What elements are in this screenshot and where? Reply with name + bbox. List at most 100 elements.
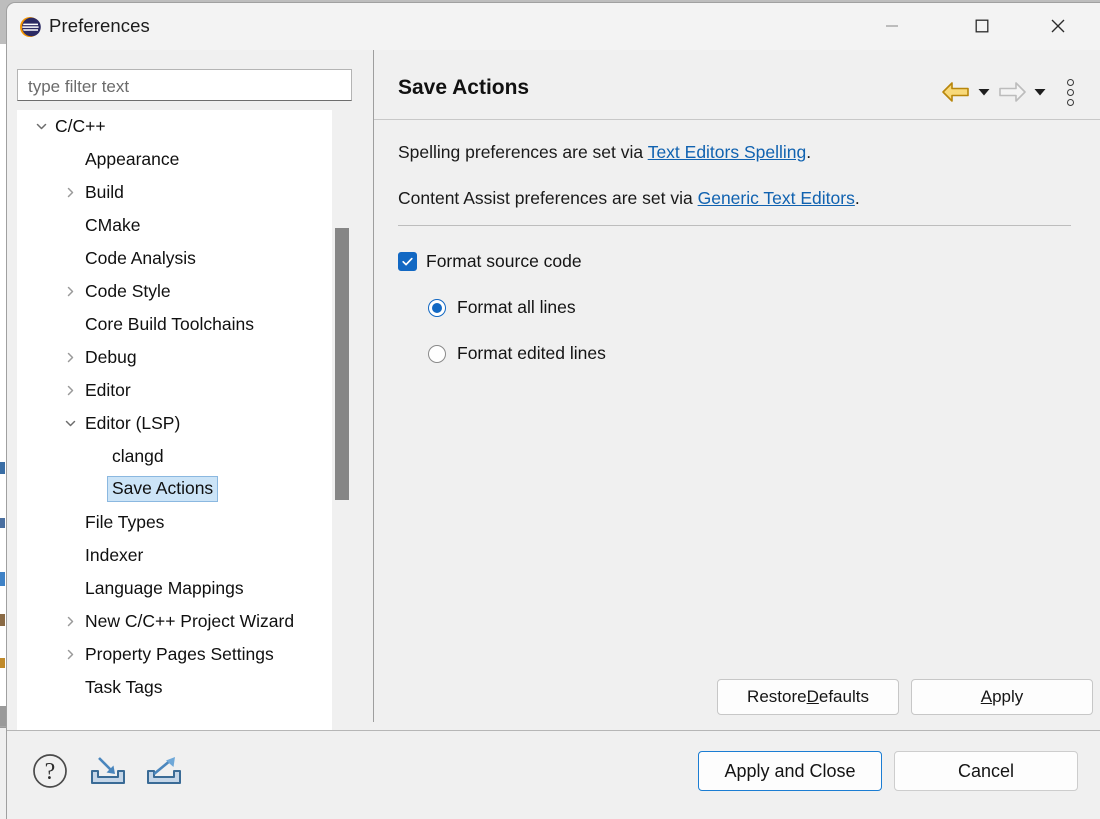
chevron-right-icon[interactable] bbox=[63, 648, 77, 662]
sidebar-item-property-pages-settings[interactable]: Property Pages Settings bbox=[17, 638, 337, 671]
button-mnemonic: A bbox=[980, 687, 993, 706]
backdrop-fleck bbox=[0, 572, 5, 586]
svg-text:?: ? bbox=[45, 759, 56, 785]
sidebar-item-task-tags[interactable]: Task Tags bbox=[17, 671, 337, 704]
sidebar-item-build[interactable]: Build bbox=[17, 176, 337, 209]
chevron-down-icon[interactable] bbox=[63, 417, 77, 431]
sidebar-item-label: Editor (LSP) bbox=[85, 413, 181, 433]
radio-selected-icon bbox=[428, 298, 446, 317]
sidebar-item-core-build-toolchains[interactable]: Core Build Toolchains bbox=[17, 308, 337, 341]
page-navigation-toolbar bbox=[939, 72, 1083, 112]
sidebar-item-label: Property Pages Settings bbox=[85, 644, 274, 664]
tree-vertical-scrollbar-thumb[interactable] bbox=[335, 228, 349, 500]
dialog-titlebar: Preferences bbox=[7, 3, 1100, 50]
text-editors-spelling-link[interactable]: Text Editors Spelling bbox=[648, 142, 807, 162]
sidebar-item-c-c[interactable]: C/C++ bbox=[17, 110, 337, 143]
sidebar-item-label: Code Analysis bbox=[85, 248, 196, 268]
eclipse-logo-icon bbox=[19, 16, 41, 38]
chevron-right-icon[interactable] bbox=[63, 285, 77, 299]
chevron-right-icon[interactable] bbox=[63, 186, 77, 200]
vertical-dots-menu-icon[interactable] bbox=[1057, 72, 1083, 112]
preferences-tree-list: C/C++ Appearance Build CMake Code Analysis Co… bbox=[17, 110, 337, 704]
format-edited-lines-radio[interactable]: Format edited lines bbox=[428, 343, 606, 364]
button-label-post: efaults bbox=[818, 687, 869, 706]
sidebar-item-debug[interactable]: Debug bbox=[17, 341, 337, 374]
sidebar-item-label: Editor bbox=[85, 380, 131, 400]
sidebar-item-code-analysis[interactable]: Code Analysis bbox=[17, 242, 337, 275]
chevron-right-icon[interactable] bbox=[63, 351, 77, 365]
desc-text-after: . bbox=[806, 142, 812, 162]
sidebar-item-label: Language Mappings bbox=[85, 578, 244, 598]
sidebar-item-clangd[interactable]: clangd bbox=[17, 440, 337, 473]
sidebar-item-editor[interactable]: Editor bbox=[17, 374, 337, 407]
sidebar-item-label: CMake bbox=[85, 215, 141, 235]
help-question-icon[interactable]: ? bbox=[29, 750, 71, 792]
checkbox-label: Format source code bbox=[426, 251, 582, 271]
restore-defaults-button[interactable]: Restore Defaults bbox=[717, 679, 899, 715]
preference-page-panel: Save Actions Spelling preferences are se… bbox=[374, 50, 1100, 722]
back-history-chevron-down-icon[interactable] bbox=[973, 75, 995, 109]
content-divider bbox=[398, 225, 1071, 226]
radio-label: Format edited lines bbox=[457, 343, 606, 363]
dialog-footer: ? Apply and Close Cancel bbox=[7, 730, 1100, 819]
sidebar-item-code-style[interactable]: Code Style bbox=[17, 275, 337, 308]
backdrop-fleck bbox=[0, 462, 5, 474]
sidebar-item-label: clangd bbox=[112, 446, 164, 466]
sidebar-item-indexer[interactable]: Indexer bbox=[17, 539, 337, 572]
sidebar-item-new-c-c-project-wizard[interactable]: New C/C++ Project Wizard bbox=[17, 605, 337, 638]
button-label-pre: Restore bbox=[747, 687, 807, 706]
sidebar-item-label: New C/C++ Project Wizard bbox=[85, 611, 295, 631]
desc-text-after: . bbox=[854, 188, 860, 208]
spelling-description: Spelling preferences are set via Text Ed… bbox=[398, 142, 811, 163]
radio-label: Format all lines bbox=[457, 297, 576, 317]
sidebar-item-label: File Types bbox=[85, 512, 165, 532]
chevron-down-icon[interactable] bbox=[34, 120, 48, 134]
dialog-title: Preferences bbox=[49, 15, 150, 36]
import-preferences-icon[interactable] bbox=[85, 750, 131, 792]
sidebar-item-language-mappings[interactable]: Language Mappings bbox=[17, 572, 337, 605]
page-header-divider bbox=[374, 119, 1100, 120]
sidebar-item-label: Task Tags bbox=[85, 677, 163, 697]
checkbox-check-icon bbox=[398, 252, 417, 271]
sidebar-item-save-actions[interactable]: Save Actions bbox=[17, 473, 337, 506]
generic-text-editors-link[interactable]: Generic Text Editors bbox=[698, 188, 855, 208]
chevron-right-icon[interactable] bbox=[63, 384, 77, 398]
button-label-post: pply bbox=[992, 687, 1024, 706]
desc-text-before: Spelling preferences are set via bbox=[398, 142, 648, 162]
sidebar-item-label: Build bbox=[85, 182, 124, 202]
forward-arrow-icon[interactable] bbox=[995, 75, 1029, 109]
backdrop-fleck bbox=[0, 614, 5, 626]
chevron-right-icon[interactable] bbox=[63, 615, 77, 629]
button-mnemonic: D bbox=[806, 687, 819, 706]
format-all-lines-radio[interactable]: Format all lines bbox=[428, 297, 576, 318]
sidebar-item-cmake[interactable]: CMake bbox=[17, 209, 337, 242]
sidebar-item-label: C/C++ bbox=[55, 116, 106, 136]
footer-divider bbox=[7, 730, 1100, 731]
preferences-tree-panel: C/C++ Appearance Build CMake Code Analysis Co… bbox=[7, 50, 367, 768]
maximize-icon[interactable] bbox=[959, 3, 1005, 49]
sidebar-item-file-types[interactable]: File Types bbox=[17, 506, 337, 539]
close-icon[interactable] bbox=[1035, 3, 1081, 49]
backdrop-fleck bbox=[0, 518, 5, 528]
sidebar-item-editor-lsp[interactable]: Editor (LSP) bbox=[17, 407, 337, 440]
content-assist-description: Content Assist preferences are set via G… bbox=[398, 188, 860, 209]
filter-input[interactable] bbox=[17, 69, 352, 101]
sidebar-item-label: Appearance bbox=[85, 149, 180, 169]
minimize-icon[interactable] bbox=[869, 3, 915, 49]
forward-history-chevron-down-icon[interactable] bbox=[1029, 75, 1051, 109]
preferences-tree[interactable]: C/C++ Appearance Build CMake Code Analysis Co… bbox=[17, 110, 352, 748]
apply-and-close-button[interactable]: Apply and Close bbox=[698, 751, 882, 791]
preferences-dialog: Preferences C/C++ Appearance Build CMake Cod… bbox=[6, 2, 1100, 819]
sidebar-item-label: Core Build Toolchains bbox=[85, 314, 254, 334]
sidebar-item-appearance[interactable]: Appearance bbox=[17, 143, 337, 176]
back-arrow-icon[interactable] bbox=[939, 75, 973, 109]
format-source-code-checkbox[interactable]: Format source code bbox=[398, 251, 582, 272]
sidebar-item-label: Debug bbox=[85, 347, 137, 367]
radio-unselected-icon bbox=[428, 344, 446, 363]
desc-text-before: Content Assist preferences are set via bbox=[398, 188, 698, 208]
export-preferences-icon[interactable] bbox=[141, 750, 187, 792]
backdrop-fleck bbox=[0, 658, 5, 668]
apply-button[interactable]: Apply bbox=[911, 679, 1093, 715]
cancel-button[interactable]: Cancel bbox=[894, 751, 1078, 791]
sidebar-item-label: Code Style bbox=[85, 281, 171, 301]
